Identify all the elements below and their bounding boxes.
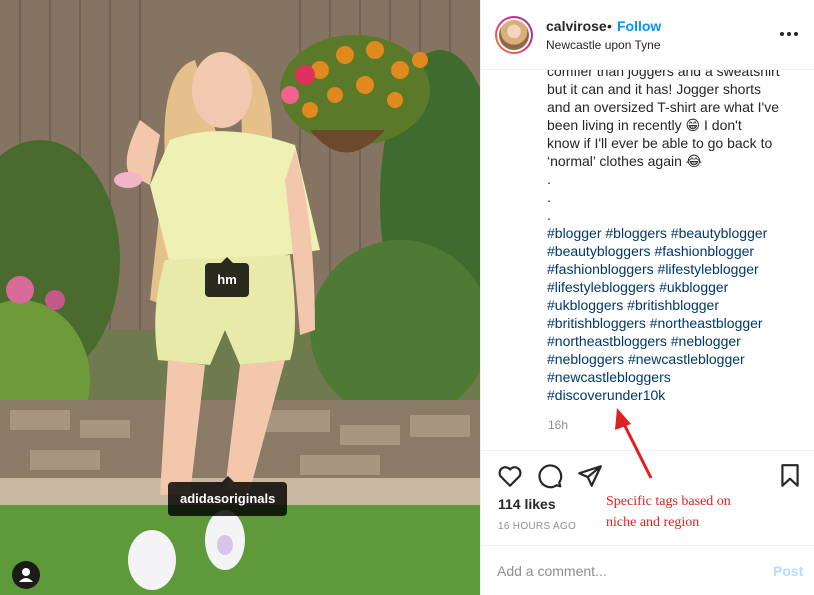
hashtag-link[interactable]: #blogger [547, 225, 602, 241]
share-button[interactable] [577, 463, 603, 489]
caption-line: but it can and it has! Jogger shorts [547, 81, 762, 97]
hashtag-link[interactable]: #fashionbloggers [547, 261, 654, 277]
comment-input[interactable] [497, 560, 767, 582]
caption-text: comfier than joggers and a sweatshirt bu… [547, 62, 809, 224]
hashtag-list: #blogger #bloggers #beautyblogger #beauty… [547, 224, 809, 404]
hashtag-link[interactable]: #fashionblogger [654, 243, 754, 259]
follow-button[interactable]: Follow [617, 18, 661, 34]
hashtag-line: #fashionbloggers #lifestyleblogger [547, 260, 809, 278]
annotation-text: niche and region [606, 515, 700, 530]
like-button[interactable] [497, 463, 523, 489]
hashtag-link[interactable]: #newcastleblogger [628, 351, 745, 367]
dot-separator: • [607, 18, 612, 34]
post-header: calvirose • Follow Newcastle upon Tyne [481, 0, 814, 70]
post-caption: comfier than joggers and a sweatshirt bu… [547, 62, 809, 442]
avatar-image [499, 20, 529, 50]
hashtag-link[interactable]: #lifestyleblogger [658, 261, 759, 277]
hashtag-line: #lifestylebloggers #ukblogger [547, 278, 809, 296]
post-comment-button[interactable]: Post [773, 563, 803, 579]
caption-line: and an oversized T-shirt are what I've [547, 99, 779, 115]
caption-line: . [547, 207, 551, 223]
caption-line: been living in recently 😁 I don't [547, 117, 742, 133]
hashtag-line: #discoverunder10k [547, 386, 809, 404]
hashtag-line: #nebloggers #newcastleblogger [547, 350, 809, 368]
post-photo[interactable]: hm adidasoriginals [0, 0, 480, 595]
comment-bar: Post [481, 545, 814, 595]
bookmark-icon [781, 464, 799, 487]
user-tags-button[interactable] [12, 561, 40, 589]
hashtag-link[interactable]: #neblogger [671, 333, 741, 349]
user-tags-icon [19, 568, 33, 582]
hashtag-line: #ukbloggers #britishblogger [547, 296, 809, 314]
username-link[interactable]: calvirose [546, 18, 607, 34]
caption-line: . [547, 171, 551, 187]
hashtag-line: #britishbloggers #northeastblogger [547, 314, 809, 332]
hashtag-link[interactable]: #britishbloggers [547, 315, 646, 331]
hashtag-link[interactable]: #ukbloggers [547, 297, 623, 313]
hashtag-line: #newcastlebloggers [547, 368, 809, 386]
product-tag-hm[interactable]: hm [205, 257, 249, 297]
hashtag-link[interactable]: #nebloggers [547, 351, 624, 367]
hashtag-link[interactable]: #northeastbloggers [547, 333, 667, 349]
more-options-button[interactable] [777, 24, 801, 44]
hashtag-link[interactable]: #ukblogger [659, 279, 728, 295]
product-tag-label: adidasoriginals [180, 491, 276, 506]
hashtag-link[interactable]: #britishblogger [627, 297, 719, 313]
heart-icon [498, 466, 522, 487]
hashtag-link[interactable]: #northeastblogger [650, 315, 763, 331]
hashtag-link[interactable]: #beautybloggers [547, 243, 651, 259]
likes-count[interactable]: 114 likes [498, 496, 556, 512]
product-tag-adidas[interactable]: adidasoriginals [168, 476, 288, 516]
avatar[interactable] [495, 16, 533, 54]
caption-line: . [547, 189, 551, 205]
comment-button[interactable] [537, 463, 563, 489]
product-tag-label: hm [217, 272, 237, 287]
hashtag-line: #northeastbloggers #neblogger [547, 332, 809, 350]
post-time-ago[interactable]: 16h [548, 418, 568, 432]
caption-line: ‘normal’ clothes again 😂 [547, 153, 703, 169]
hashtag-link[interactable]: #bloggers [605, 225, 667, 241]
caption-line: know if I'll ever be able to go back to [547, 135, 773, 151]
hashtag-link[interactable]: #lifestylebloggers [547, 279, 655, 295]
hashtag-link[interactable]: #newcastlebloggers [547, 369, 671, 385]
more-options-icon [780, 32, 798, 36]
hashtag-line: #blogger #bloggers #beautyblogger [547, 224, 809, 242]
hashtag-link[interactable]: #discoverunder10k [547, 387, 665, 403]
save-button[interactable] [777, 463, 803, 489]
comment-icon [538, 464, 563, 489]
post-date[interactable]: 16 HOURS AGO [498, 521, 576, 532]
annotation-text: Specific tags based on [606, 494, 731, 509]
hashtag-line: #beautybloggers #fashionblogger [547, 242, 809, 260]
hashtag-link[interactable]: #beautyblogger [671, 225, 768, 241]
share-icon [578, 465, 602, 487]
location-link[interactable]: Newcastle upon Tyne [546, 38, 661, 52]
post-side-panel: calvirose • Follow Newcastle upon Tyne c… [480, 0, 814, 595]
